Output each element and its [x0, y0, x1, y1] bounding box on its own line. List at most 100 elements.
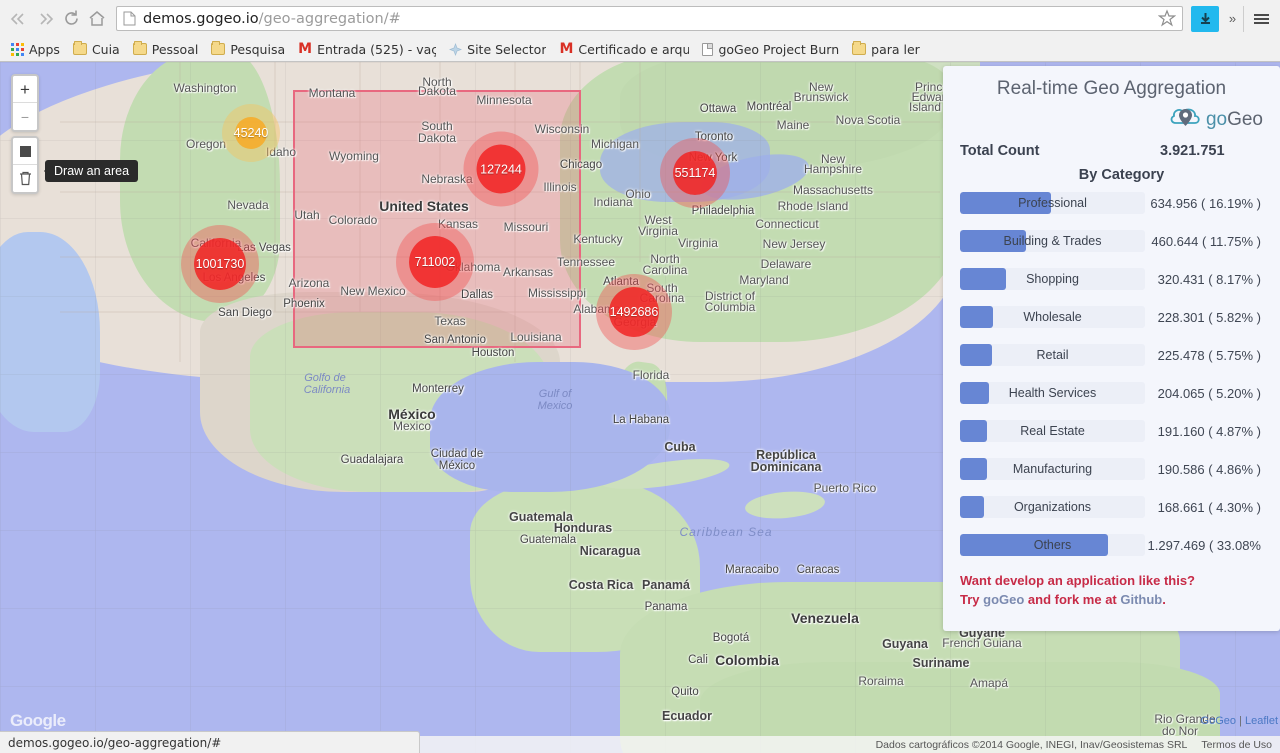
google-watermark: Google — [10, 711, 66, 730]
folder-icon — [72, 41, 87, 55]
bookmark-pesquisa[interactable]: Pesquisa — [206, 40, 290, 59]
bookmark-site-selector[interactable]: Site Selector — [444, 40, 551, 59]
category-value: 634.956 ( 16.19% ) — [1150, 195, 1261, 211]
footer-line-1: Want develop an application like this? — [960, 573, 1195, 588]
bookmark-label: Apps — [29, 41, 60, 57]
map-cluster-marker[interactable]: 551174 — [673, 151, 717, 195]
draw-area-tooltip: Draw an area — [43, 160, 139, 182]
total-count-row: Total Count 3.921.751 — [960, 143, 1263, 159]
gmail-icon: M — [559, 41, 574, 57]
category-row[interactable]: Organizations 168.661 ( 4.30% ) — [960, 496, 1263, 518]
draw-rectangle-button[interactable] — [13, 138, 37, 165]
cluster-count: 1492686 — [609, 305, 659, 319]
map-cluster-marker[interactable]: 711002 — [409, 236, 461, 288]
star-icon[interactable] — [1157, 9, 1178, 29]
footer-end-text: . — [1162, 591, 1166, 607]
total-count-label: Total Count — [960, 143, 1040, 159]
category-value: 320.431 ( 8.17% ) — [1157, 271, 1261, 287]
back-button[interactable] — [6, 6, 32, 32]
gogeo-link[interactable]: goGeo — [983, 592, 1024, 607]
bookmark-label: Site Selector — [467, 41, 547, 57]
bookmarks-bar: Apps Cuia Pessoal Pesquisa M Entrada (52… — [0, 37, 1280, 61]
map-cluster-marker[interactable]: 127244 — [476, 144, 526, 194]
bookmark-label: Pesquisa — [230, 41, 286, 57]
page-icon — [123, 11, 136, 26]
gogeo-attribution-link[interactable]: GoGeo — [1201, 715, 1236, 727]
bookmark-label: Pessoal — [151, 41, 199, 57]
gmail-icon: M — [298, 41, 313, 57]
map-attribution-links: GoGeo | Leaflet — [1201, 715, 1278, 727]
panel-footer: Want develop an application like this? T… — [960, 572, 1263, 610]
terms-of-use-link[interactable]: Termos de Uso — [1201, 739, 1272, 751]
page-icon — [702, 42, 714, 56]
map-state-borders — [60, 62, 940, 362]
url-host: demos.gogeo.io — [143, 10, 259, 27]
category-value: 190.586 ( 4.86% ) — [1157, 461, 1261, 477]
bookmark-apps[interactable]: Apps — [6, 40, 65, 59]
map-cluster-marker[interactable]: 1001730 — [194, 238, 246, 290]
category-value: 1.297.469 ( 33.08% — [1147, 537, 1261, 553]
bookmark-entrada[interactable]: M Entrada (525) - vaç — [293, 40, 441, 59]
category-bar-track: Real Estate — [960, 420, 1145, 442]
category-value: 204.065 ( 5.20% ) — [1157, 385, 1261, 401]
category-name: Health Services — [1008, 386, 1097, 400]
bookmark-cuia[interactable]: Cuia — [68, 40, 125, 59]
category-bar-track: Manufacturing — [960, 458, 1145, 480]
category-name: Organizations — [1013, 500, 1092, 514]
category-row[interactable]: Shopping 320.431 ( 8.17% ) — [960, 268, 1263, 290]
category-row[interactable]: Building & Trades 460.644 ( 11.75% ) — [960, 230, 1263, 252]
site-selector-icon — [449, 42, 463, 56]
browser-chrome: demos.gogeo.io/geo-aggregation/# » Apps — [0, 0, 1280, 62]
zoom-out-button[interactable]: − — [13, 103, 37, 130]
category-bar-track: Organizations — [960, 496, 1145, 518]
bookmark-pessoal[interactable]: Pessoal — [128, 40, 204, 59]
hamburger-menu-icon[interactable] — [1248, 6, 1274, 32]
category-row[interactable]: Professional 634.956 ( 16.19% ) — [960, 192, 1263, 214]
bookmark-certificado[interactable]: M Certificado e arquiv — [554, 40, 694, 59]
forward-button[interactable] — [32, 6, 58, 32]
footer-line-2: Try goGeo and fork me at Github. — [960, 591, 1263, 610]
gogeo-logo: goGeo — [960, 104, 1263, 135]
category-value: 191.160 ( 4.87% ) — [1157, 423, 1261, 439]
reload-button[interactable] — [58, 6, 84, 32]
trash-icon — [19, 171, 31, 186]
gogeo-cloud-pin-logo — [1169, 104, 1203, 135]
category-value: 228.301 ( 5.82% ) — [1157, 309, 1261, 325]
map-cluster-marker[interactable]: 45240 — [234, 117, 268, 149]
status-bar-url: demos.gogeo.io/geo-aggregation/# — [8, 735, 222, 750]
category-bar-track: Building & Trades — [960, 230, 1145, 252]
browser-toolbar: demos.gogeo.io/geo-aggregation/# » — [0, 0, 1280, 37]
category-value: 460.644 ( 11.75% ) — [1151, 233, 1261, 249]
github-link[interactable]: Github — [1120, 592, 1162, 607]
category-row[interactable]: Retail 225.478 ( 5.75% ) — [960, 344, 1263, 366]
bookmark-gogeo-project[interactable]: goGeo Project Burn — [697, 40, 844, 59]
category-name: Shopping — [1026, 272, 1079, 286]
home-button[interactable] — [84, 6, 110, 32]
leaflet-attribution-link[interactable]: Leaflet — [1245, 715, 1278, 727]
category-row[interactable]: Others 1.297.469 ( 33.08% — [960, 534, 1263, 556]
geo-aggregation-panel: Real-time Geo Aggregation goGeo Total Co… — [943, 66, 1280, 631]
category-row[interactable]: Health Services 204.065 ( 5.20% ) — [960, 382, 1263, 404]
bookmark-para-ler[interactable]: para ler — [847, 40, 925, 59]
category-name: Real Estate — [1020, 424, 1085, 438]
zoom-in-button[interactable]: + — [13, 76, 37, 103]
category-value: 168.661 ( 4.30% ) — [1157, 499, 1261, 515]
zoom-control: + − — [11, 74, 39, 132]
footer-mid-text: and fork me at — [1024, 591, 1121, 607]
category-row[interactable]: Wholesale 228.301 ( 5.82% ) — [960, 306, 1263, 328]
delete-shapes-button[interactable] — [13, 165, 37, 192]
bookmark-label: para ler — [871, 41, 920, 57]
bookmark-label: goGeo Project Burn — [718, 41, 840, 57]
category-bar-track: Others — [960, 534, 1145, 556]
category-name: Others — [1033, 538, 1072, 552]
category-row[interactable]: Manufacturing 190.586 ( 4.86% ) — [960, 458, 1263, 480]
category-row[interactable]: Real Estate 191.160 ( 4.87% ) — [960, 420, 1263, 442]
map-cluster-marker[interactable]: 1492686 — [609, 287, 659, 337]
address-bar[interactable]: demos.gogeo.io/geo-aggregation/# — [116, 6, 1183, 31]
cluster-count: 127244 — [480, 162, 522, 176]
category-name: Professional — [1018, 196, 1087, 210]
by-category-label: By Category — [1078, 167, 1165, 183]
overflow-button[interactable]: » — [1222, 5, 1244, 32]
draw-control — [11, 136, 39, 194]
download-button[interactable] — [1191, 5, 1219, 32]
